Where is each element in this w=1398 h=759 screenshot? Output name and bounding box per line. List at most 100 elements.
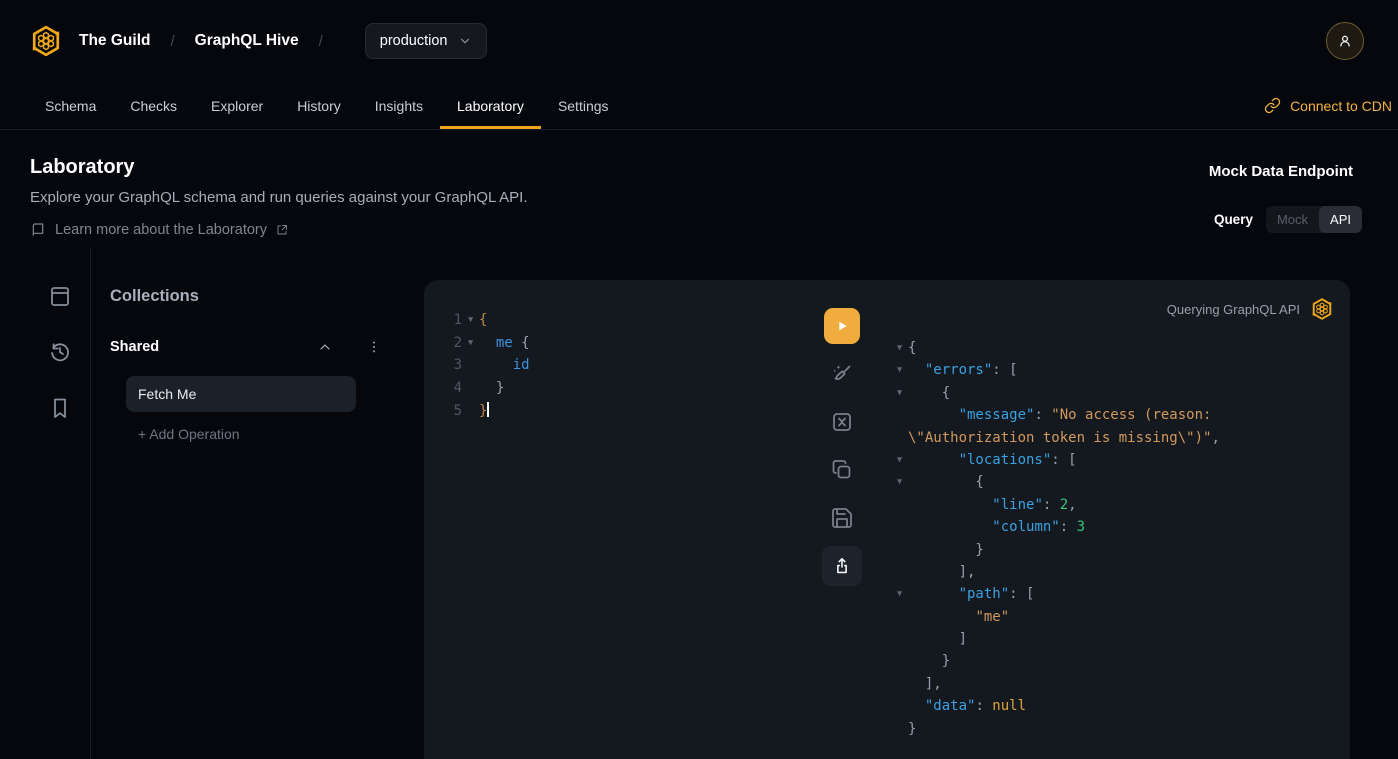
execute-query-button[interactable] <box>824 308 860 344</box>
tab-history[interactable]: History <box>280 82 358 129</box>
connect-to-cdn-label: Connect to CDN <box>1290 98 1392 114</box>
hive-logo-icon[interactable] <box>29 24 63 58</box>
page-title: Laboratory <box>30 156 1398 179</box>
code-text: { <box>908 382 950 404</box>
hive-logo-small-icon <box>1310 297 1334 321</box>
endpoint-toggle: Mock API <box>1266 206 1362 233</box>
fold-arrow-icon[interactable]: ▼ <box>462 332 479 355</box>
page-description: Explore your GraphQL schema and run quer… <box>30 189 1398 206</box>
fold-gutter <box>891 628 908 650</box>
code-line: "me" <box>891 606 1342 628</box>
code-text: } <box>908 539 984 561</box>
user-avatar[interactable] <box>1326 22 1364 60</box>
code-line: ▼{ <box>891 337 1342 359</box>
fold-gutter <box>891 516 908 538</box>
text-cursor <box>487 402 489 417</box>
share-icon <box>831 555 853 577</box>
fold-gutter <box>891 427 908 449</box>
docs-icon[interactable] <box>48 284 72 308</box>
editor-toolbar <box>822 308 862 586</box>
collections-heading: Collections <box>110 287 199 306</box>
code-line: 4 } <box>424 377 822 400</box>
collection-group-shared[interactable]: Shared <box>110 339 382 355</box>
code-line: 2▼ me { <box>424 332 822 355</box>
project-nav: Schema Checks Explorer History Insights … <box>0 82 1398 130</box>
operation-item-fetch-me[interactable]: Fetch Me <box>126 376 356 412</box>
play-icon <box>834 318 850 334</box>
history-icon[interactable] <box>48 340 72 364</box>
code-text: \"Authorization token is missing\")", <box>908 427 1220 449</box>
code-text: } <box>908 718 916 740</box>
code-text: "line": 2, <box>908 494 1077 516</box>
code-text: "locations": [ <box>908 449 1077 471</box>
breadcrumb-separator: / <box>170 33 174 50</box>
query-label: Query <box>1214 212 1253 227</box>
response-pane[interactable]: ▼{▼ "errors": [▼ { "message": "No access… <box>891 337 1342 740</box>
code-line: 1▼{ <box>424 309 822 332</box>
code-line: "message": "No access (reason: <box>891 404 1342 426</box>
code-text: { <box>908 337 916 359</box>
bookmark-icon[interactable] <box>48 396 72 420</box>
code-line: ▼ { <box>891 382 1342 404</box>
fold-gutter <box>891 494 908 516</box>
code-text: ] <box>908 628 967 650</box>
fold-gutter <box>891 718 908 740</box>
code-text: "message": "No access (reason: <box>908 404 1211 426</box>
tab-checks[interactable]: Checks <box>113 82 194 129</box>
response-status-label: Querying GraphQL API <box>1167 302 1300 317</box>
tab-explorer[interactable]: Explorer <box>194 82 280 129</box>
code-line: 5} <box>424 400 822 423</box>
code-text: me { <box>479 332 530 355</box>
tab-schema[interactable]: Schema <box>28 82 113 129</box>
line-number: 3 <box>424 354 462 377</box>
tab-insights[interactable]: Insights <box>358 82 440 129</box>
code-text: "me" <box>908 606 1009 628</box>
copy-icon[interactable] <box>830 458 854 482</box>
fold-arrow-icon[interactable]: ▼ <box>891 471 908 493</box>
code-line: ▼ "path": [ <box>891 583 1342 605</box>
fold-arrow-icon[interactable]: ▼ <box>891 449 908 471</box>
code-line: "line": 2, <box>891 494 1342 516</box>
tab-laboratory[interactable]: Laboratory <box>440 82 541 129</box>
tab-settings[interactable]: Settings <box>541 82 626 129</box>
add-operation-button[interactable]: + Add Operation <box>138 426 240 442</box>
query-editor[interactable]: 1▼{2▼ me {3 id4 }5} <box>424 309 822 422</box>
response-status: Querying GraphQL API <box>1167 297 1334 321</box>
endpoint-controls: Query Mock API <box>1214 206 1362 233</box>
fold-gutter <box>462 400 479 423</box>
save-icon[interactable] <box>830 506 854 530</box>
target-selector[interactable]: production <box>365 23 488 59</box>
toggle-option-mock[interactable]: Mock <box>1266 206 1319 233</box>
fold-arrow-icon[interactable]: ▼ <box>891 382 908 404</box>
breadcrumb-project[interactable]: GraphQL Hive <box>195 32 299 50</box>
merge-fragments-icon[interactable] <box>830 410 854 434</box>
code-text: "errors": [ <box>908 359 1018 381</box>
code-text: ], <box>908 673 942 695</box>
learn-more-link[interactable]: Learn more about the Laboratory <box>30 222 1398 238</box>
connect-to-cdn-link[interactable]: Connect to CDN <box>1264 82 1392 129</box>
link-icon <box>1264 97 1281 114</box>
breadcrumb-org[interactable]: The Guild <box>79 32 150 50</box>
toggle-option-api[interactable]: API <box>1319 206 1362 233</box>
top-bar: The Guild / GraphQL Hive / production <box>0 0 1398 82</box>
code-line: ▼ "locations": [ <box>891 449 1342 471</box>
share-button[interactable] <box>822 546 862 586</box>
kebab-menu-icon[interactable] <box>366 339 382 355</box>
code-text: id <box>479 354 530 377</box>
fold-gutter <box>891 673 908 695</box>
prettify-icon[interactable] <box>830 362 854 386</box>
code-line: } <box>891 650 1342 672</box>
target-selector-value: production <box>380 33 448 49</box>
fold-arrow-icon[interactable]: ▼ <box>891 583 908 605</box>
code-text: } <box>479 377 504 400</box>
line-number: 5 <box>424 400 462 423</box>
code-line: \"Authorization token is missing\")", <box>891 427 1342 449</box>
fold-arrow-icon[interactable]: ▼ <box>891 337 908 359</box>
fold-gutter <box>891 606 908 628</box>
code-line: ▼ "errors": [ <box>891 359 1342 381</box>
fold-arrow-icon[interactable]: ▼ <box>891 359 908 381</box>
fold-gutter <box>891 539 908 561</box>
code-text: ], <box>908 561 975 583</box>
chevron-up-icon[interactable] <box>317 339 333 355</box>
fold-arrow-icon[interactable]: ▼ <box>462 309 479 332</box>
